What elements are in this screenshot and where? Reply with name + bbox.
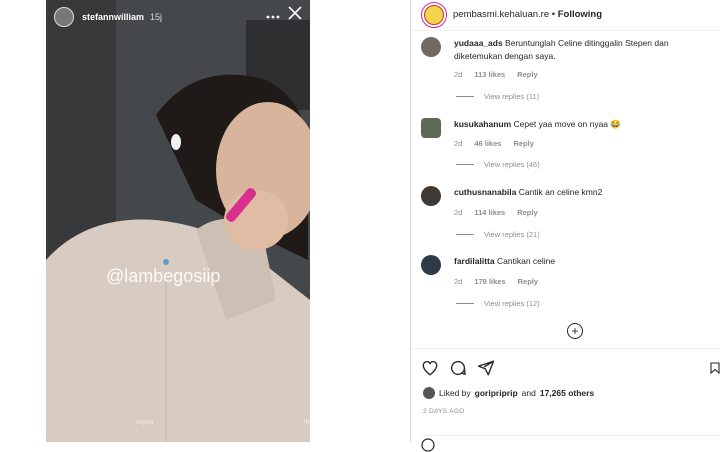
comment-avatar[interactable] (421, 37, 441, 57)
reply-button[interactable]: Reply (518, 277, 538, 286)
story-sticker-left: imysm (136, 420, 154, 426)
view-replies[interactable]: View replies (46) (456, 160, 540, 169)
following-button[interactable]: Following (558, 9, 602, 20)
liked-by-prefix: Liked by (439, 388, 471, 398)
comment-meta: 2d 114 likes Reply (454, 208, 538, 217)
comment-username[interactable]: cuthusnanabila (454, 187, 516, 197)
comment-avatar[interactable] (421, 255, 441, 275)
bookmark-icon[interactable] (709, 359, 720, 377)
view-replies[interactable]: View replies (11) (456, 92, 539, 101)
watermark-text: @lambegosiip (106, 266, 221, 286)
dots-icon[interactable] (266, 8, 280, 22)
likes-summary: Liked by goripriprip and 17,265 others (423, 387, 594, 399)
comment-likes[interactable]: 113 likes (474, 70, 505, 79)
liked-by-count[interactable]: 17,265 others (540, 388, 594, 398)
comment-text: kusukahanum Cepet yaa move on nyaa 😂 (454, 118, 714, 131)
comment-meta: 2d 46 likes Reply (454, 139, 534, 148)
view-replies[interactable]: View replies (21) (456, 230, 540, 239)
story-sticker-right: tgs (304, 419, 310, 425)
post-panel: pembasmi.kehaluan.re • Following yudaaa_… (410, 0, 720, 452)
liked-by-and: and (521, 388, 536, 398)
liked-by-user[interactable]: goripriprip (475, 388, 518, 398)
reply-button[interactable]: Reply (517, 70, 537, 79)
story-viewer: stefannwilliam 15j @lambegosiip imysm tg… (46, 0, 310, 442)
post-header: pembasmi.kehaluan.re • Following (411, 0, 720, 31)
story-time: 15j (150, 12, 163, 22)
comment-avatar[interactable] (421, 186, 441, 206)
liker-avatar[interactable] (423, 387, 435, 399)
comment-likes[interactable]: 114 likes (474, 208, 505, 217)
comment-age: 2d (454, 208, 463, 217)
comment-text: fardilalitta Cantikan celine (454, 255, 714, 268)
comment-age: 2d (454, 277, 463, 286)
emoji-icon[interactable] (421, 438, 435, 452)
comment-age: 2d (454, 70, 463, 79)
comment-likes[interactable]: 179 likes (474, 277, 505, 286)
post-avatar[interactable] (421, 2, 447, 28)
post-username[interactable]: pembasmi.kehaluan.re (453, 9, 549, 20)
story-username[interactable]: stefannwilliam (82, 12, 144, 22)
comment-avatar[interactable] (421, 118, 441, 138)
comment-text: cuthusnanabila Cantik an celine kmn2 (454, 186, 714, 199)
reply-button[interactable]: Reply (517, 208, 537, 217)
load-more-comments-icon[interactable]: + (567, 323, 583, 339)
comment-meta: 2d 179 likes Reply (454, 277, 538, 286)
comment-age: 2d (454, 139, 463, 148)
reply-button[interactable]: Reply (513, 139, 533, 148)
view-replies-label[interactable]: View replies (21) (484, 230, 540, 239)
comment-body: Cantikan celine (497, 256, 556, 266)
view-replies-label[interactable]: View replies (46) (484, 160, 540, 169)
comment-username[interactable]: kusukahanum (454, 119, 511, 129)
story-photo (46, 0, 310, 442)
separator-dot: • (551, 9, 556, 20)
view-replies-label[interactable]: View replies (12) (484, 299, 540, 308)
close-icon[interactable] (288, 6, 302, 24)
comment-text: yudaaa_ads Beruntunglah Celine ditinggal… (454, 37, 714, 63)
comment-body: Cantik an celine kmn2 (518, 187, 603, 197)
comment-username[interactable]: yudaaa_ads (454, 38, 503, 48)
post-actions: Liked by goripriprip and 17,265 others 2… (411, 348, 720, 452)
story-avatar[interactable] (54, 7, 74, 27)
share-icon[interactable] (477, 359, 495, 377)
comment-body: Cepet yaa move on nyaa 😂 (513, 119, 621, 129)
post-username-line: pembasmi.kehaluan.re • Following (453, 9, 602, 20)
view-replies[interactable]: View replies (12) (456, 299, 540, 308)
comment-meta: 2d 113 likes Reply (454, 70, 538, 79)
post-date[interactable]: 2 DAYS AGO (423, 408, 465, 415)
comment-likes[interactable]: 46 likes (474, 139, 501, 148)
view-replies-label[interactable]: View replies (11) (484, 92, 539, 101)
comment-username[interactable]: fardilalitta (454, 256, 495, 266)
comment-icon[interactable] (449, 359, 467, 377)
add-comment-bar[interactable] (421, 435, 720, 452)
heart-icon[interactable] (421, 359, 439, 377)
